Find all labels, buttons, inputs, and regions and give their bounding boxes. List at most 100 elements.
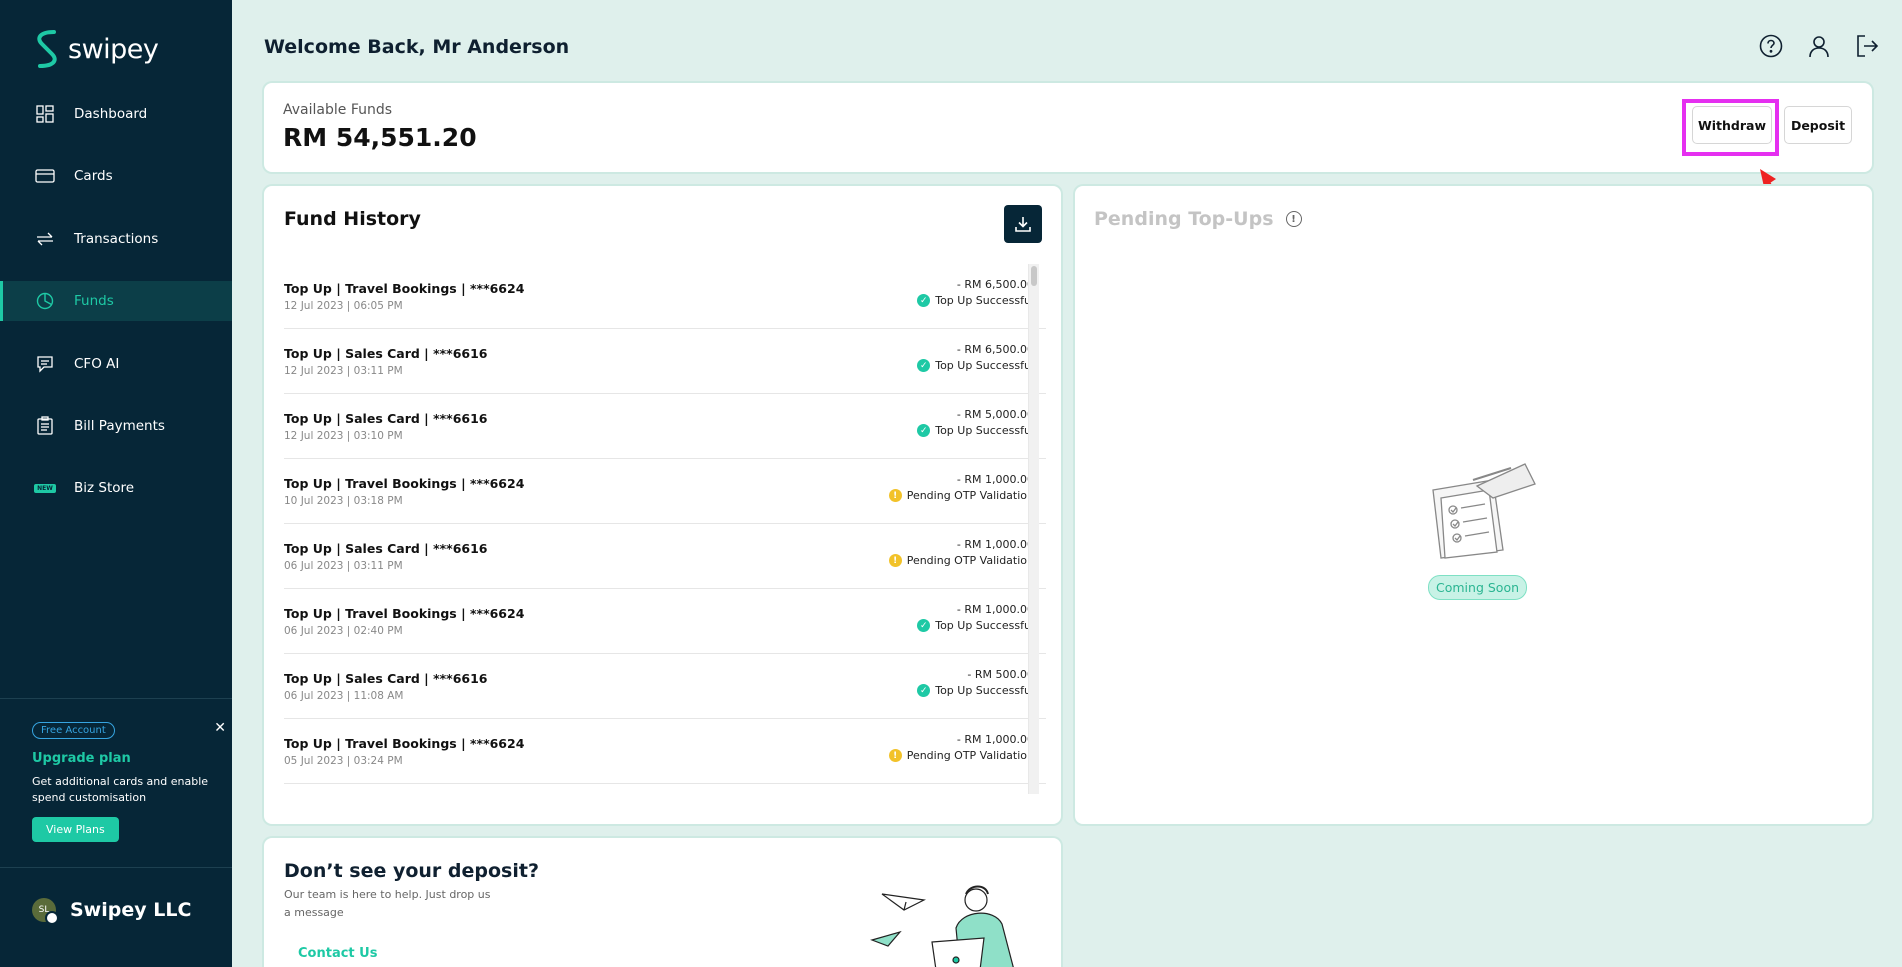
promo-title: Upgrade plan [32, 751, 131, 766]
new-badge-icon: NEW [34, 477, 56, 499]
status-badge: ! Pending OTP Validation [888, 489, 1034, 502]
row-amount: - RM 1,000.00 [956, 733, 1034, 746]
available-funds-card: Available Funds RM 54,551.20 Withdraw De… [264, 83, 1872, 172]
row-title: Top Up | Travel Bookings | ***6624 [284, 736, 525, 751]
row-amount: - RM 500.00 [967, 668, 1034, 681]
status-text: Pending OTP Validation [906, 489, 1034, 502]
swipey-logo-icon [37, 30, 57, 68]
company-name: Swipey LLC [70, 899, 192, 921]
check-icon: ✓ [917, 424, 931, 437]
check-icon: ✓ [917, 684, 931, 697]
sidebar-item-label: Transactions [74, 230, 159, 247]
row-title: Top Up | Travel Bookings | ***6624 [284, 606, 525, 621]
scrollbar-thumb[interactable] [1031, 266, 1037, 286]
row-date: 06 Jul 2023 | 11:08 AM [284, 690, 404, 702]
table-row[interactable]: Top Up | Sales Card | ***6616 06 Jul 202… [284, 654, 1046, 719]
sidebar-divider [0, 867, 232, 868]
logo-text: swipey [68, 33, 159, 65]
sidebar-item-cfo-ai[interactable]: CFO AI [0, 344, 232, 384]
download-icon [1015, 217, 1031, 232]
sidebar-item-label: Cards [74, 168, 113, 185]
new-badge-text: NEW [34, 483, 56, 493]
close-icon[interactable]: ✕ [214, 720, 226, 736]
sidebar-item-biz-store[interactable]: NEW Biz Store [0, 468, 232, 508]
help-icon[interactable] [1758, 33, 1784, 59]
avatar: SL [32, 898, 59, 925]
fund-history-card: Fund History Top Up | Travel Bookings | … [264, 186, 1061, 824]
row-date: 10 Jul 2023 | 03:18 PM [284, 495, 403, 507]
pending-topups-card: Pending Top-Ups ! Coming Soon [1075, 186, 1872, 824]
sidebar-item-label: Biz Store [74, 480, 135, 497]
status-text: Pending OTP Validation [906, 554, 1034, 567]
company-switcher[interactable]: SL Swipey LLC [32, 898, 192, 925]
row-title: Top Up | Sales Card | ***6616 [284, 541, 488, 556]
deposit-button[interactable]: Deposit [1784, 106, 1852, 144]
header-actions [1758, 33, 1880, 59]
sidebar-item-label: Dashboard [74, 106, 148, 122]
table-row[interactable]: Top Up | Sales Card | ***6616 12 Jul 202… [284, 329, 1046, 394]
warning-icon: ! [888, 489, 902, 502]
available-funds-label: Available Funds [283, 102, 393, 118]
logo[interactable]: swipey [32, 28, 159, 70]
row-date: 12 Jul 2023 | 06:05 PM [284, 300, 403, 312]
sidebar-item-transactions[interactable]: Transactions [0, 219, 232, 259]
sidebar-divider [0, 698, 232, 699]
logout-icon[interactable] [1854, 33, 1880, 59]
withdraw-button[interactable]: Withdraw [1692, 106, 1772, 144]
card-icon [34, 165, 56, 187]
table-row[interactable]: Top Up | Travel Bookings | ***6624 12 Ju… [284, 264, 1046, 329]
page-title: Welcome Back, Mr Anderson [264, 36, 570, 58]
row-title: Top Up | Travel Bookings | ***6624 [284, 281, 525, 296]
check-icon: ✓ [917, 619, 931, 632]
sidebar: swipey Dashboard Cards Transactions Fund… [0, 0, 232, 967]
sidebar-item-cards[interactable]: Cards [0, 156, 232, 196]
row-date: 06 Jul 2023 | 02:40 PM [284, 625, 403, 637]
row-amount: - RM 5,000.00 [956, 408, 1034, 421]
table-row[interactable]: Top Up | Travel Bookings | ***6624 06 Ju… [284, 589, 1046, 654]
upgrade-promo: Free Account ✕ Upgrade plan Get addition… [32, 718, 226, 842]
row-title: Top Up | Sales Card | ***6616 [284, 671, 488, 686]
view-plans-button[interactable]: View Plans [32, 817, 119, 842]
table-row[interactable]: Top Up | Travel Bookings | ***6624 05 Ju… [284, 719, 1046, 784]
table-row[interactable]: Top Up | Sales Card | ***6616 12 Jul 202… [284, 394, 1046, 459]
status-badge: ! Pending OTP Validation [888, 554, 1034, 567]
status-badge: ✓ Top Up Successful [917, 619, 1034, 632]
warning-icon: ! [888, 554, 902, 567]
row-title: Top Up | Sales Card | ***6616 [284, 346, 488, 361]
sidebar-item-label: Funds [74, 293, 114, 310]
free-account-badge: Free Account [32, 722, 115, 739]
status-badge: ✓ Top Up Successful [917, 294, 1034, 307]
status-text: Top Up Successful [935, 424, 1034, 437]
promo-description: Get additional cards and enable spend cu… [32, 775, 209, 804]
download-button[interactable] [1004, 205, 1042, 243]
fund-history-list[interactable]: Top Up | Travel Bookings | ***6624 12 Ju… [284, 264, 1046, 794]
info-icon[interactable]: ! [1285, 211, 1302, 227]
sidebar-nav: Dashboard Cards Transactions Funds CFO A… [0, 94, 232, 531]
checklist-illustration-icon [1432, 463, 1536, 559]
row-title: Top Up | Travel Bookings | ***6624 [284, 476, 525, 491]
status-badge: ! Pending OTP Validation [888, 749, 1034, 762]
transactions-icon [34, 228, 56, 250]
contact-us-link[interactable]: Contact Us [298, 946, 377, 961]
row-title: Top Up | Sales Card | ***6616 [284, 411, 488, 426]
table-row[interactable]: Top Up | Travel Bookings | ***6624 10 Ju… [284, 459, 1046, 524]
row-date: 05 Jul 2023 | 03:24 PM [284, 755, 403, 767]
status-text: Top Up Successful [935, 359, 1034, 372]
deposit-help-card: Don’t see your deposit? Our team is here… [264, 838, 1061, 967]
status-text: Pending OTP Validation [906, 749, 1034, 762]
status-text: Top Up Successful [935, 684, 1034, 697]
person-laptop-illustration-icon [870, 885, 1014, 967]
pending-topups-title-text: Pending Top-Ups [1094, 208, 1274, 230]
sidebar-item-dashboard[interactable]: Dashboard [0, 94, 232, 134]
sidebar-item-bill-payments[interactable]: Bill Payments [0, 406, 232, 446]
status-badge: ✓ Top Up Successful [917, 359, 1034, 372]
user-icon[interactable] [1806, 33, 1832, 59]
scrollbar[interactable] [1028, 264, 1039, 794]
table-row[interactable]: Top Up | Sales Card | ***6616 06 Jul 202… [284, 524, 1046, 589]
pending-topups-title: Pending Top-Ups ! [1094, 208, 1302, 230]
sidebar-item-funds[interactable]: Funds [0, 281, 232, 322]
help-title: Don’t see your deposit? [284, 860, 539, 882]
sidebar-item-label: Bill Payments [74, 417, 165, 434]
row-date: 12 Jul 2023 | 03:11 PM [284, 365, 403, 377]
help-description: Our team is here to help. Just drop us a… [284, 888, 491, 919]
